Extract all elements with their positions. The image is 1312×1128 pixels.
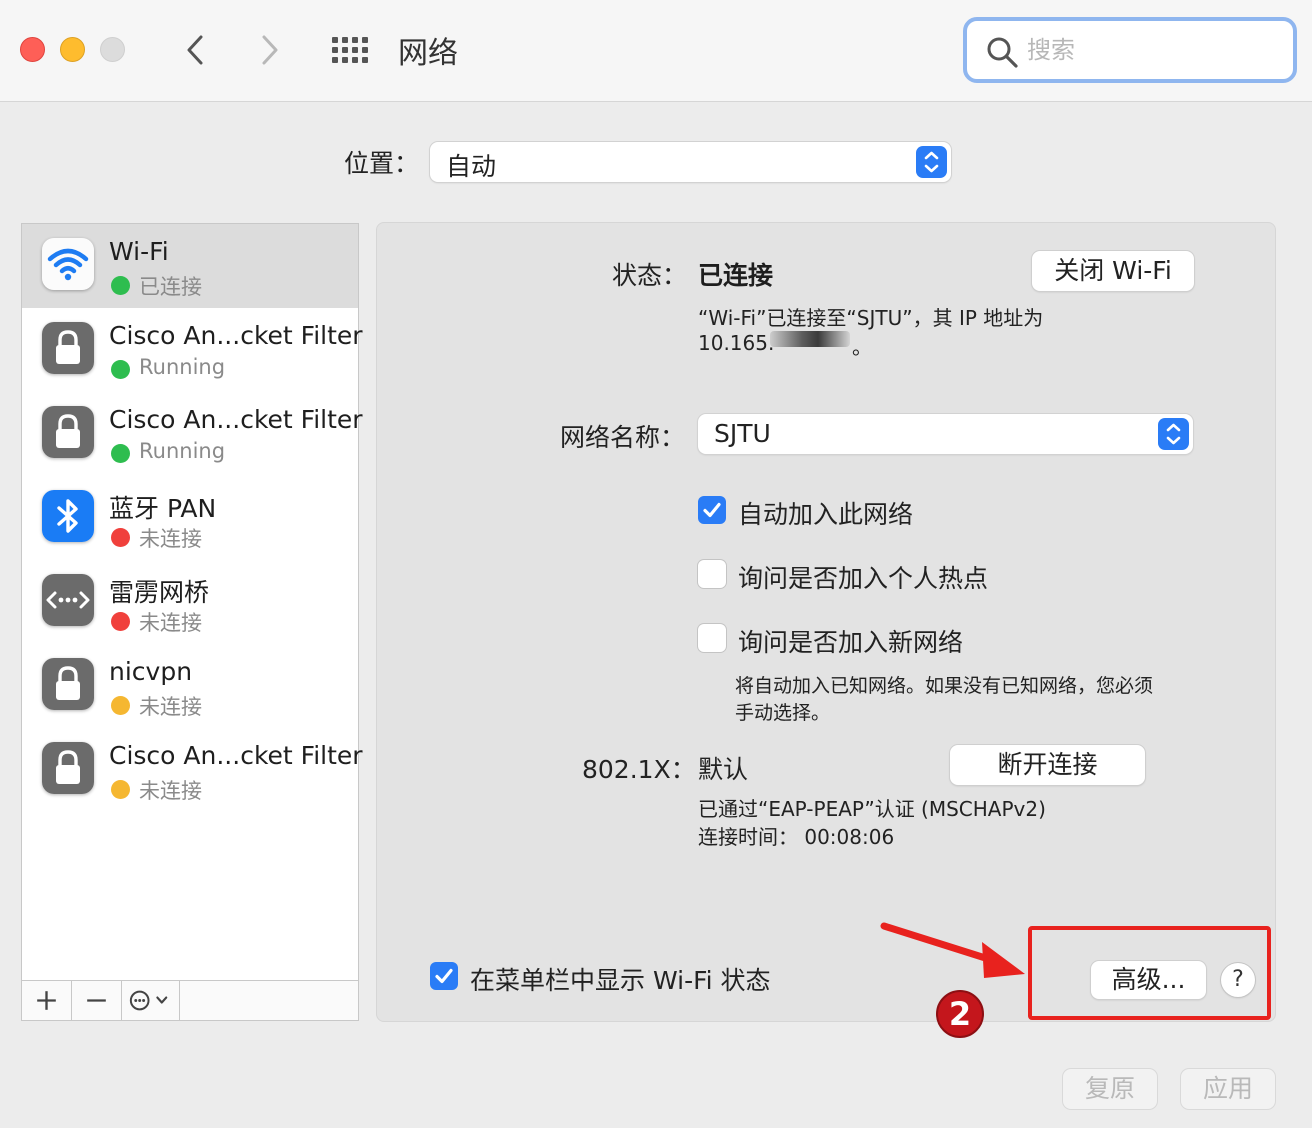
zoom-window-button[interactable] bbox=[100, 37, 125, 62]
ask-hotspot-label: 询问是否加入个人热点 bbox=[738, 564, 989, 593]
back-arrow-icon[interactable] bbox=[180, 30, 210, 70]
service-status: 未连接 bbox=[139, 695, 202, 719]
status-dot-red bbox=[111, 528, 130, 547]
service-name: nicvpn bbox=[109, 657, 193, 686]
window-title: 网络 bbox=[398, 36, 458, 71]
turn-off-wifi-button[interactable]: 关闭 Wi-Fi bbox=[1032, 251, 1194, 291]
search-field[interactable] bbox=[963, 17, 1297, 83]
lock-icon bbox=[42, 322, 94, 374]
status-dot-green bbox=[111, 360, 130, 379]
status-dot-yellow bbox=[111, 780, 130, 799]
service-name: Cisco An...cket Filter bbox=[109, 405, 363, 434]
show-all-grid-icon[interactable] bbox=[331, 36, 369, 64]
service-status: Running bbox=[139, 355, 226, 379]
apply-button[interactable]: 应用 bbox=[1181, 1069, 1275, 1109]
ip-address-end: 。 bbox=[852, 335, 872, 359]
remove-service-button[interactable] bbox=[72, 981, 122, 1020]
annotation-arrow-icon bbox=[880, 922, 1025, 978]
network-name-label: 网络名称： bbox=[560, 423, 686, 452]
dot1x-label: 802.1X： bbox=[582, 755, 696, 784]
lock-icon bbox=[42, 406, 94, 458]
disconnect-button[interactable]: 断开连接 bbox=[950, 745, 1145, 785]
auto-join-note-line1: 将自动加入已知网络。如果没有已知网络，您必须 bbox=[735, 675, 1154, 697]
service-name: Wi-Fi bbox=[109, 237, 169, 266]
lock-icon bbox=[42, 658, 94, 710]
status-description: “Wi-Fi”已连接至“SJTU”，其 IP 地址为 bbox=[698, 306, 1044, 330]
dot1x-value: 默认 bbox=[698, 755, 749, 784]
service-status: 未连接 bbox=[139, 527, 202, 551]
service-status: 未连接 bbox=[139, 779, 202, 803]
bluetooth-icon bbox=[42, 490, 94, 542]
action-menu-button[interactable] bbox=[122, 981, 180, 1020]
wifi-icon bbox=[42, 238, 94, 290]
close-window-button[interactable] bbox=[20, 37, 45, 62]
service-status: 未连接 bbox=[139, 611, 202, 635]
connection-time: 连接时间： 00:08:06 bbox=[698, 825, 895, 849]
service-name: Cisco An...cket Filter bbox=[109, 741, 363, 770]
status-dot-green bbox=[111, 276, 130, 295]
auto-join-note-line2: 手动选择。 bbox=[735, 702, 831, 724]
ip-address-partial: 10.165. bbox=[698, 331, 775, 355]
thunderbolt-bridge-icon bbox=[42, 574, 94, 626]
status-dot-yellow bbox=[111, 696, 130, 715]
select-stepper-icon bbox=[1158, 418, 1189, 450]
show-in-menubar-checkbox[interactable] bbox=[430, 962, 458, 990]
search-input[interactable] bbox=[1027, 31, 1277, 69]
ask-new-network-label: 询问是否加入新网络 bbox=[738, 628, 964, 657]
dot1x-auth-info: 已通过“EAP-PEAP”认证 (MSCHAPv2) bbox=[698, 797, 1046, 821]
highlight-box bbox=[1028, 926, 1271, 1020]
more-options-icon bbox=[129, 990, 168, 1011]
service-item-nicvpn[interactable]: nicvpn 未连接 bbox=[22, 644, 358, 728]
network-name-value: SJTU bbox=[714, 419, 771, 448]
location-label: 位置： bbox=[344, 149, 420, 178]
service-name: 蓝牙 PAN bbox=[109, 494, 217, 523]
revert-button[interactable]: 复原 bbox=[1063, 1069, 1157, 1109]
search-icon bbox=[987, 37, 1018, 68]
show-in-menubar-label: 在菜单栏中显示 Wi-Fi 状态 bbox=[470, 966, 771, 995]
network-name-select[interactable]: SJTU bbox=[698, 414, 1193, 454]
service-name: 雷雳网桥 bbox=[109, 578, 210, 607]
minimize-window-button[interactable] bbox=[60, 37, 85, 62]
lock-icon bbox=[42, 742, 94, 794]
service-item-cisco-1[interactable]: Cisco An...cket Filter Running bbox=[22, 308, 363, 392]
location-select[interactable]: 自动 bbox=[430, 142, 951, 182]
service-list[interactable]: Wi-Fi 已连接 Cisco An...cket Filter Running… bbox=[21, 223, 363, 1021]
window-titlebar: 网络 bbox=[0, 0, 1312, 102]
status-dot-red bbox=[111, 612, 130, 631]
add-service-button[interactable] bbox=[22, 981, 72, 1020]
checkmark-icon bbox=[703, 502, 721, 518]
service-item-thunderbolt-bridge[interactable]: 雷雳网桥 未连接 bbox=[22, 560, 358, 644]
auto-join-checkbox[interactable] bbox=[698, 496, 726, 524]
service-item-wifi[interactable]: Wi-Fi 已连接 bbox=[22, 224, 358, 308]
select-stepper-icon bbox=[916, 146, 947, 178]
service-item-cisco-3[interactable]: Cisco An...cket Filter 未连接 bbox=[22, 728, 363, 812]
service-name: Cisco An...cket Filter bbox=[109, 321, 363, 350]
service-item-cisco-2[interactable]: Cisco An...cket Filter Running bbox=[22, 392, 363, 476]
service-item-bluetooth-pan[interactable]: 蓝牙 PAN 未连接 bbox=[22, 476, 358, 560]
step-number-badge: 2 bbox=[936, 990, 984, 1038]
service-list-toolbar bbox=[22, 980, 358, 1020]
status-value: 已连接 bbox=[698, 261, 774, 290]
checkmark-icon bbox=[435, 968, 453, 984]
auto-join-label: 自动加入此网络 bbox=[738, 500, 914, 529]
status-dot-green bbox=[111, 444, 130, 463]
location-value: 自动 bbox=[446, 152, 497, 181]
service-status: 已连接 bbox=[139, 275, 202, 299]
ask-new-network-checkbox[interactable] bbox=[698, 624, 726, 652]
redacted-ip-mask bbox=[770, 331, 850, 347]
forward-arrow-icon[interactable] bbox=[255, 30, 285, 70]
status-label: 状态： bbox=[612, 261, 688, 290]
ask-hotspot-checkbox[interactable] bbox=[698, 560, 726, 588]
service-status: Running bbox=[139, 439, 226, 463]
